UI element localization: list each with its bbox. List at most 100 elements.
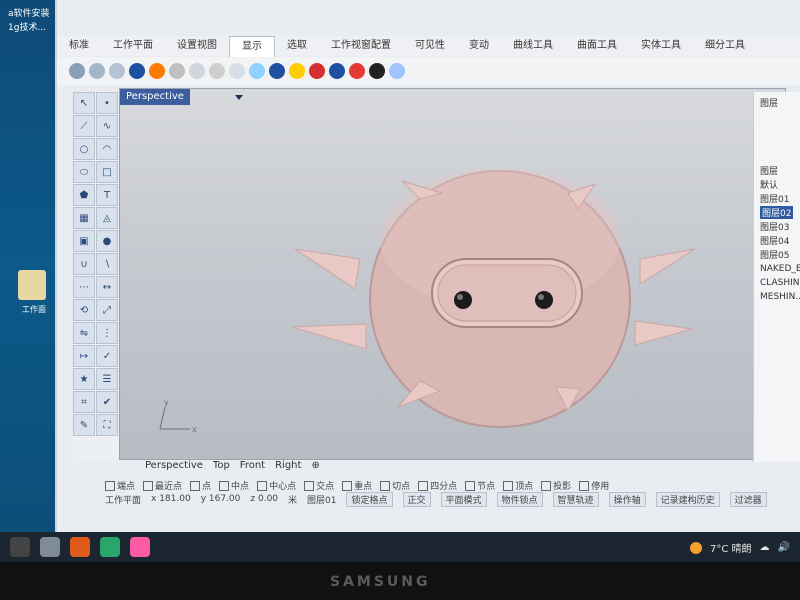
osnap-project[interactable]: 投影	[541, 479, 571, 492]
tab-transform[interactable]: 变动	[457, 36, 501, 56]
array-tool-icon[interactable]: ⋮	[96, 322, 118, 344]
tab-viewport-layout[interactable]: 工作视窗配置	[319, 36, 403, 56]
status-chip-lock-grid[interactable]: 锁定格点	[346, 491, 393, 507]
status-chip-osnap[interactable]: 物件锁点	[496, 491, 543, 507]
analysis-tool-icon[interactable]: ✓	[96, 345, 118, 367]
grid-icon[interactable]	[269, 63, 285, 79]
chat-icon[interactable]	[130, 537, 150, 557]
layer-header[interactable]: 图层	[760, 164, 778, 177]
wireframe-sphere-icon[interactable]	[69, 63, 85, 79]
layer-02[interactable]: 图层02	[760, 206, 794, 219]
status-chip-smart-track[interactable]: 智慧轨迹	[552, 491, 599, 507]
status-chip-gumball[interactable]: 操作轴	[608, 491, 646, 507]
check-tool-icon[interactable]: ✔	[96, 391, 118, 413]
layer-tool-icon[interactable]: ☰	[96, 368, 118, 390]
osnap-tangent[interactable]: 切点	[380, 479, 410, 492]
cloud-icon[interactable]: ☁	[760, 542, 770, 553]
cylinder-icon[interactable]	[249, 63, 265, 79]
monochrome-icon[interactable]	[229, 63, 245, 79]
tab-curve-tools[interactable]: 曲线工具	[501, 36, 565, 56]
folder-icon[interactable]	[18, 270, 46, 300]
layer-03[interactable]: 图层03	[760, 220, 789, 233]
point-tool-icon[interactable]: •	[96, 92, 118, 114]
status-chip-ortho[interactable]: 正交	[402, 491, 431, 507]
solid-sphere-icon[interactable]: ●	[96, 230, 118, 252]
tab-display[interactable]: 显示	[229, 35, 275, 57]
layer-01[interactable]: 图层01	[760, 192, 789, 205]
status-chip-record-history[interactable]: 记录建构历史	[655, 491, 720, 507]
artistic-icon[interactable]	[189, 63, 205, 79]
bucket-tool-icon[interactable]: ⛶	[96, 414, 118, 436]
weather-icon[interactable]	[690, 541, 703, 554]
tab-work-plane[interactable]: 工作平面	[101, 36, 165, 56]
solid-box-icon[interactable]: ▣	[73, 230, 95, 252]
view-tab-front[interactable]: Front	[240, 460, 265, 476]
view-tab-top[interactable]: Top	[213, 460, 230, 476]
speaker-icon[interactable]: 🔊	[778, 542, 790, 553]
tab-view-setup[interactable]: 设置视图	[165, 36, 229, 56]
curve-tool-icon[interactable]: ∿	[96, 115, 118, 137]
layer-05[interactable]: 图层05	[760, 248, 789, 261]
tab-visibility[interactable]: 可见性	[403, 36, 457, 56]
tab-select[interactable]: 选取	[275, 36, 319, 56]
osnap-intersection[interactable]: 交点	[304, 479, 334, 492]
layer-default[interactable]: 默认	[760, 178, 778, 191]
arc-tool-icon[interactable]: ◠	[96, 138, 118, 160]
clipping-plane-icon[interactable]	[329, 63, 345, 79]
render-tool-icon[interactable]: ★	[73, 368, 95, 390]
light-icon[interactable]	[289, 63, 305, 79]
polygon-tool-icon[interactable]: ⬟	[73, 184, 95, 206]
scale-tool-icon[interactable]: ⤢	[96, 299, 118, 321]
osnap-endpoint[interactable]: 端点	[105, 479, 135, 492]
boolean-union-icon[interactable]: ∪	[73, 253, 95, 275]
view-tab-right[interactable]: Right	[275, 460, 301, 476]
layer-clashing[interactable]: CLASHIN...	[760, 278, 800, 288]
osnap-point[interactable]: 点	[190, 479, 211, 492]
view-tab-perspective[interactable]: Perspective	[145, 460, 203, 476]
rendered-sphere-icon[interactable]	[109, 63, 125, 79]
transform-move-icon[interactable]: ↔	[96, 276, 118, 298]
surface-tool-icon[interactable]: ▦	[73, 207, 95, 229]
osnap-vertex[interactable]: 顶点	[503, 479, 533, 492]
boolean-difference-icon[interactable]: ∖	[96, 253, 118, 275]
tab-standard[interactable]: 标准	[57, 36, 101, 56]
add-view-tab-icon[interactable]: ⊕	[311, 460, 319, 476]
status-chip-filter[interactable]: 过滤器	[729, 491, 767, 507]
browser-icon[interactable]	[70, 537, 90, 557]
osnap-perpendicular[interactable]: 重点	[342, 479, 372, 492]
mesh-tool-icon[interactable]: ⋯	[73, 276, 95, 298]
tab-surface-tools[interactable]: 曲面工具	[565, 36, 629, 56]
settings-icon[interactable]	[349, 63, 365, 79]
select-tool-icon[interactable]: ↖	[73, 92, 95, 114]
monitor-icon[interactable]	[369, 63, 385, 79]
desktop-icon[interactable]	[10, 537, 30, 557]
shaded-sphere-icon[interactable]	[89, 63, 105, 79]
grid-snap-icon[interactable]: ⌗	[73, 391, 95, 413]
osnap-center[interactable]: 中心点	[257, 479, 296, 492]
text-tool-icon[interactable]: T	[96, 184, 118, 206]
xray-sphere-icon[interactable]	[149, 63, 165, 79]
camera-icon[interactable]	[309, 63, 325, 79]
rotate-tool-icon[interactable]: ⟲	[73, 299, 95, 321]
pen-icon[interactable]	[209, 63, 225, 79]
circle-tool-icon[interactable]: ○	[73, 138, 95, 160]
technical-icon[interactable]	[169, 63, 185, 79]
osnap-midpoint[interactable]: 中点	[219, 479, 249, 492]
tab-subd-tools[interactable]: 细分工具	[693, 36, 757, 56]
mirror-tool-icon[interactable]: ⇋	[73, 322, 95, 344]
rectangle-tool-icon[interactable]: □	[96, 161, 118, 183]
ellipse-tool-icon[interactable]: ⬭	[73, 161, 95, 183]
cube-icon[interactable]	[389, 63, 405, 79]
polyline-tool-icon[interactable]: ⟋	[73, 115, 95, 137]
layer-naked-edges[interactable]: NAKED_E...	[760, 264, 800, 274]
layer-04[interactable]: 图层04	[760, 234, 789, 247]
osnap-knot[interactable]: 节点	[465, 479, 495, 492]
tab-solid-tools[interactable]: 实体工具	[629, 36, 693, 56]
osnap-quadrant[interactable]: 四分点	[418, 479, 457, 492]
app-icon[interactable]	[100, 537, 120, 557]
rhino-icon[interactable]	[40, 537, 60, 557]
osnap-disable[interactable]: 停用	[579, 479, 609, 492]
perspective-viewport[interactable]: Perspective x y	[119, 88, 786, 460]
layer-meshing[interactable]: MESHIN...	[760, 292, 800, 302]
dimension-tool-icon[interactable]: ↦	[73, 345, 95, 367]
